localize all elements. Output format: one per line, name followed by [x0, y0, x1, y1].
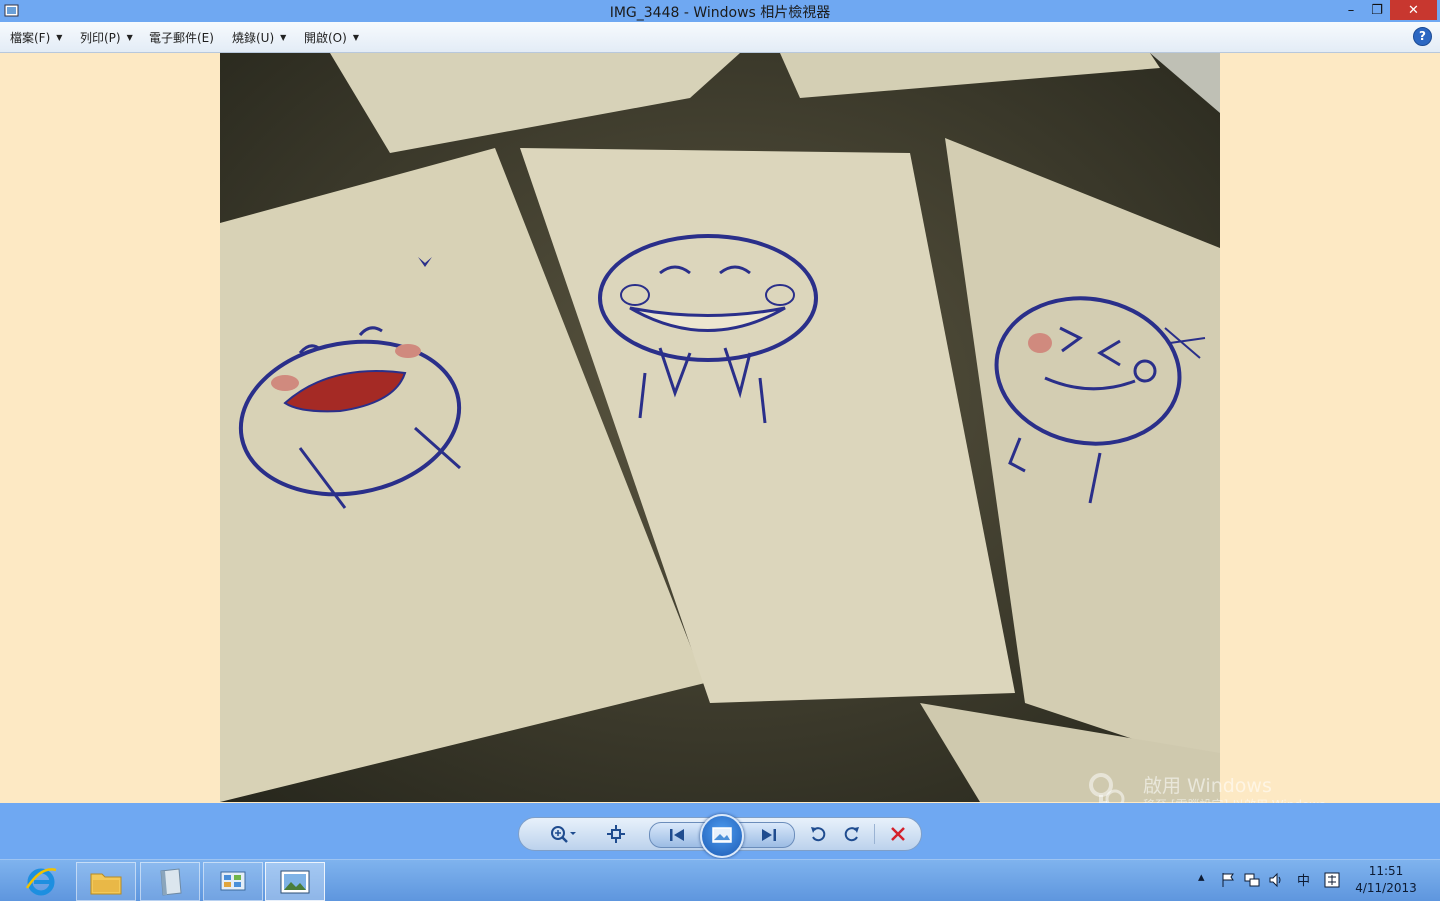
menu-print-label: 列印(P) [80, 31, 121, 45]
taskbar-notebook-app[interactable] [140, 862, 200, 901]
slideshow-icon [712, 827, 732, 843]
ime-mode-icon[interactable] [1324, 872, 1340, 892]
tray-overflow-button[interactable]: ▴ [1198, 870, 1205, 885]
delete-icon [891, 827, 905, 841]
photo-drawing [220, 53, 1220, 802]
photo-image[interactable] [220, 53, 1220, 802]
clock-date: 4/11/2013 [1355, 881, 1417, 895]
menu-print[interactable]: 列印(P) ▼ [80, 29, 133, 46]
zoom-icon [551, 826, 576, 843]
help-button[interactable]: ? [1413, 27, 1432, 46]
chevron-down-icon: ▼ [280, 33, 287, 42]
action-center-flag-icon[interactable] [1220, 872, 1236, 892]
volume-icon[interactable] [1268, 872, 1284, 892]
close-button[interactable]: ✕ [1390, 0, 1437, 20]
system-clock[interactable]: 11:51 4/11/2013 [1350, 863, 1422, 897]
actual-size-icon [607, 825, 625, 843]
ime-indicator[interactable]: 中 [1297, 870, 1310, 889]
menu-bar: 檔案(F) ▼ 列印(P) ▼ 電子郵件(E) 燒錄(U) ▼ 開啟(O) ▼ … [0, 22, 1440, 53]
maximize-button[interactable]: ❐ [1364, 0, 1390, 20]
actual-size-button[interactable] [601, 822, 631, 846]
menu-burn-label: 燒錄(U) [232, 31, 275, 45]
previous-button[interactable] [662, 823, 692, 847]
minimize-button[interactable]: – [1338, 0, 1364, 20]
chevron-down-icon: ▼ [126, 33, 133, 42]
clock-time: 11:51 [1368, 864, 1404, 878]
menu-email-label: 電子郵件(E) [149, 31, 214, 45]
title-bar: IMG_3448 - Windows 相片檢視器 – ❐ ✕ [0, 0, 1440, 22]
zoom-button[interactable] [545, 822, 581, 846]
menu-file-label: 檔案(F) [10, 31, 51, 45]
menu-open[interactable]: 開啟(O) ▼ [304, 29, 359, 46]
slideshow-button[interactable] [700, 814, 744, 858]
chevron-down-icon: ▼ [56, 33, 63, 42]
delete-button[interactable] [883, 822, 913, 846]
taskbar: ▴ 中 11:51 4/11/2013 [0, 859, 1440, 901]
menu-email[interactable]: 電子郵件(E) [149, 29, 214, 46]
control-panel-icon [220, 871, 246, 890]
toolbar-separator [874, 824, 875, 844]
taskbar-photo-viewer[interactable] [265, 862, 325, 901]
previous-icon [670, 829, 684, 841]
folder-icon [90, 873, 122, 894]
internet-explorer-icon [25, 867, 57, 895]
playback-controls [518, 814, 922, 858]
next-icon [762, 829, 776, 841]
rotate-clockwise-icon [844, 827, 859, 842]
menu-open-label: 開啟(O) [304, 31, 347, 45]
chevron-down-icon: ▼ [352, 33, 359, 42]
menu-burn[interactable]: 燒錄(U) ▼ [232, 29, 286, 46]
notebook-icon [160, 867, 182, 896]
control-bar [0, 803, 1440, 859]
photo-viewer-icon [280, 870, 310, 893]
rotate-clockwise-button[interactable] [837, 822, 867, 846]
rotate-counterclockwise-icon [811, 827, 826, 842]
watermark-title: 啟用 Windows [1143, 775, 1272, 797]
next-button[interactable] [754, 823, 784, 847]
taskbar-control-panel[interactable] [203, 862, 263, 901]
network-icon[interactable] [1244, 872, 1260, 892]
taskbar-internet-explorer[interactable] [12, 862, 70, 899]
menu-file[interactable]: 檔案(F) ▼ [10, 29, 62, 46]
image-viewport: 啟用 Windows 移至 [電腦設定] 以啟用 Windows [0, 53, 1440, 813]
taskbar-file-explorer[interactable] [76, 862, 136, 901]
window-title: IMG_3448 - Windows 相片檢視器 [609, 5, 831, 21]
rotate-counterclockwise-button[interactable] [803, 822, 833, 846]
